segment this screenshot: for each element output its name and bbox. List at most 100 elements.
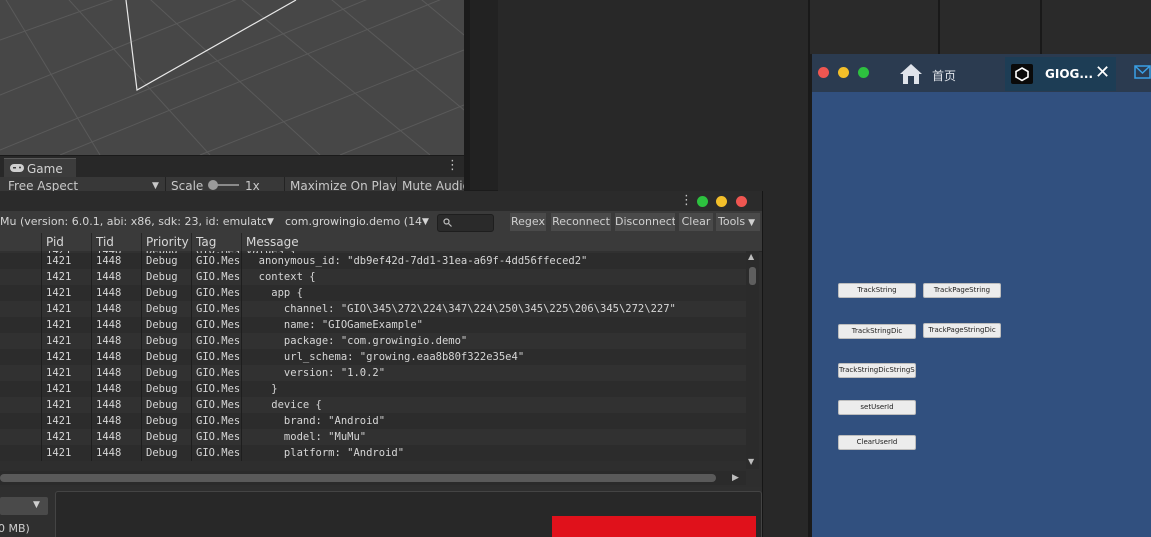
- mail-icon[interactable]: [1134, 65, 1151, 79]
- column-divider[interactable]: [241, 233, 242, 251]
- column-divider: [91, 365, 92, 381]
- disconnect-button[interactable]: Disconnect: [615, 213, 675, 231]
- cell-message: anonymous_id: "db9ef42d-7dd1-31ea-a69f-4…: [246, 255, 588, 267]
- set-user-id-button[interactable]: setUserId: [838, 400, 916, 415]
- game-menu-icon[interactable]: ⋮: [446, 159, 459, 173]
- scroll-up-icon[interactable]: ▲: [748, 252, 754, 261]
- column-divider: [241, 397, 242, 413]
- cell-tid: 1448: [96, 271, 122, 283]
- minimize-window-button[interactable]: [716, 196, 727, 207]
- table-row[interactable]: 1421 1448 Debug GIO.Mess package: "com.grow…: [0, 333, 746, 349]
- tab-game[interactable]: Game: [4, 158, 76, 179]
- maximize-window-button[interactable]: [858, 67, 869, 78]
- minimize-window-button[interactable]: [838, 67, 849, 78]
- cell-priority: Debug: [146, 319, 178, 331]
- mute-audio-toggle[interactable]: Mute Audio: [402, 177, 464, 191]
- table-row[interactable]: 1421 1448 Debug GIO.Mess url_schema: "growi…: [0, 349, 746, 365]
- column-divider: [91, 429, 92, 445]
- table-row[interactable]: 1421 1448 Debug GIO.Mess app {: [0, 285, 746, 301]
- cell-tag: GIO.Mess: [196, 335, 240, 347]
- tab-gio-app[interactable]: GIOG... ✕: [1005, 57, 1116, 91]
- column-divider: [91, 397, 92, 413]
- column-divider: [41, 445, 42, 461]
- close-window-button[interactable]: [818, 67, 829, 78]
- scale-slider-thumb[interactable]: [208, 180, 218, 190]
- scroll-right-icon[interactable]: ▶: [732, 471, 739, 485]
- table-row[interactable]: 1421 1448 Debug GIO.Mess version: "1.0.2": [0, 365, 746, 381]
- track-page-string-dic-button[interactable]: TrackPageStringDic: [923, 323, 1001, 338]
- column-pid[interactable]: Pid: [46, 233, 90, 251]
- table-row[interactable]: 1421 1448 Debug GIO.Mess channel: "GIO\345\…: [0, 301, 746, 317]
- clear-user-id-button[interactable]: ClearUserId: [838, 435, 916, 450]
- emulator-titlebar: 首页 GIOG... ✕: [812, 54, 1151, 92]
- table-row[interactable]: 1421 1448 Debug GIO.Mess platform: "Android…: [0, 445, 746, 461]
- tools-dropdown[interactable]: Tools ▼: [716, 213, 760, 231]
- cell-message: context {: [246, 271, 316, 283]
- column-divider[interactable]: [41, 233, 42, 251]
- track-string-dic-button[interactable]: TrackStringDic: [838, 324, 916, 339]
- cell-tid: 1448: [96, 303, 122, 315]
- scrollbar-thumb[interactable]: [0, 474, 716, 482]
- track-string-dic-string-string-button[interactable]: TrackStringDicStringString: [838, 363, 916, 378]
- column-priority[interactable]: Priority: [146, 233, 190, 251]
- regex-button[interactable]: Regex: [510, 213, 546, 231]
- cell-priority: Debug: [146, 351, 178, 363]
- horizontal-scrollbar[interactable]: ▶: [0, 471, 746, 485]
- cell-priority: Debug: [146, 271, 178, 283]
- track-string-button[interactable]: TrackString: [838, 283, 916, 298]
- cell-priority: Debug: [146, 255, 178, 267]
- memory-dropdown[interactable]: ▼: [0, 497, 48, 515]
- search-icon: [443, 218, 452, 227]
- cell-tag: GIO.Mess: [196, 431, 240, 443]
- table-row[interactable]: 1421 1448 Debug GIO.Mess device {: [0, 397, 746, 413]
- column-divider: [241, 381, 242, 397]
- vertical-scrollbar[interactable]: ▲ ▼: [746, 251, 759, 469]
- maximize-on-play-toggle[interactable]: Maximize On Play: [290, 177, 397, 191]
- column-divider[interactable]: [191, 233, 192, 251]
- cell-priority: Debug: [146, 383, 178, 395]
- column-divider[interactable]: [141, 233, 142, 251]
- table-row[interactable]: 1421 1448 Debug GIO.Mess }: [0, 381, 746, 397]
- column-divider[interactable]: [91, 233, 92, 251]
- column-divider: [91, 333, 92, 349]
- column-tid[interactable]: Tid: [96, 233, 140, 251]
- scene-view[interactable]: [0, 0, 464, 155]
- column-divider: [241, 317, 242, 333]
- game-tab-bar: Game ⋮: [0, 155, 464, 179]
- table-row[interactable]: 1421 1448 Debug GIO.Mess model: "MuMu": [0, 429, 746, 445]
- cell-tag: GIO.Mess: [196, 351, 240, 363]
- maximize-window-button[interactable]: [697, 196, 708, 207]
- column-divider: [41, 269, 42, 285]
- column-message[interactable]: Message: [246, 233, 346, 251]
- cell-tag: GIO.Mess: [196, 255, 240, 267]
- aspect-dropdown[interactable]: Free Aspect: [8, 177, 78, 191]
- table-row[interactable]: 1421 1448 Debug GIO.Mess context {: [0, 269, 746, 285]
- cell-tid: 1448: [96, 335, 122, 347]
- table-row[interactable]: 1421 1448 Debug GIO.Mess anonymous_id: "db9…: [0, 253, 746, 269]
- scrollbar-thumb[interactable]: [749, 267, 756, 285]
- reconnect-button[interactable]: Reconnect: [551, 213, 611, 231]
- column-divider: [141, 349, 142, 365]
- column-tag[interactable]: Tag: [196, 233, 240, 251]
- column-divider: [191, 301, 192, 317]
- search-input[interactable]: [437, 214, 494, 232]
- clear-button[interactable]: Clear: [679, 213, 713, 231]
- logcat-window: ⋮ Mu (version: 6.0.1, abi: x86, sdk: 23,…: [0, 191, 763, 537]
- track-page-string-button[interactable]: TrackPageString: [923, 283, 1001, 298]
- close-tab-icon[interactable]: ✕: [1095, 61, 1110, 85]
- close-window-button[interactable]: [736, 196, 747, 207]
- column-divider: [41, 285, 42, 301]
- scroll-down-icon[interactable]: ▼: [748, 457, 754, 466]
- cell-pid: 1421: [46, 271, 72, 283]
- tab-home[interactable]: 首页: [896, 58, 1002, 90]
- logcat-menu-icon[interactable]: ⋮: [680, 194, 693, 208]
- game-toolbar: Free Aspect ▼ Scale 1x Maximize On Play …: [0, 177, 464, 191]
- table-row[interactable]: 1421 1448 Debug GIO.Mess brand: "Android": [0, 413, 746, 429]
- column-divider: [191, 413, 192, 429]
- column-divider: [141, 285, 142, 301]
- process-dropdown[interactable]: com.growingio.demo (1421): [285, 213, 422, 231]
- device-dropdown[interactable]: Mu (version: 6.0.1, abi: x86, sdk: 23, i…: [0, 213, 266, 231]
- table-row[interactable]: 1421 1448 Debug GIO.Mess name: "GIOGameExam…: [0, 317, 746, 333]
- cell-message: channel: "GIO\345\272\224\347\224\250\34…: [246, 303, 676, 315]
- scene-grid: [0, 0, 464, 155]
